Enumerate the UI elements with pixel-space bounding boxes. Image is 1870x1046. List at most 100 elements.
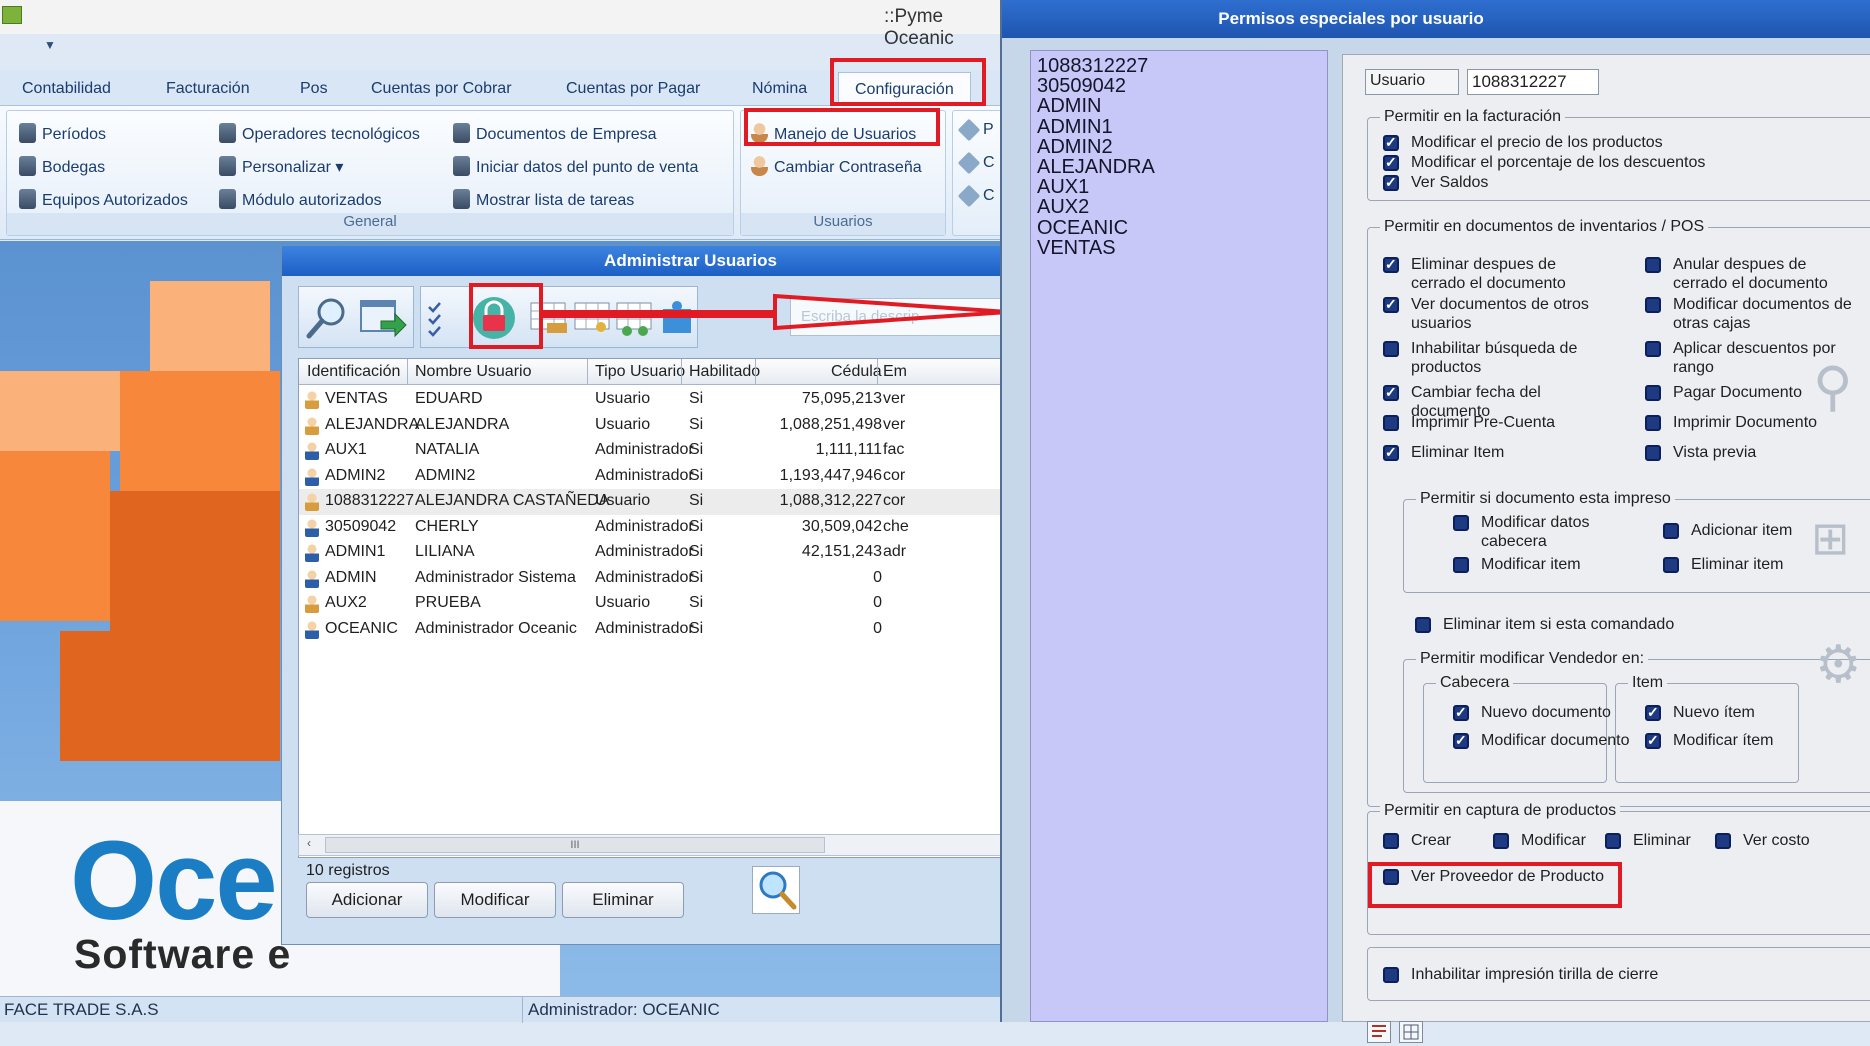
checkbox-unchecked-icon[interactable] [1453,515,1469,531]
permission-checkbox[interactable]: Modificar el precio de los productos [1383,133,1663,152]
column-header[interactable]: Identificación [307,363,400,381]
checkbox-unchecked-icon[interactable] [1645,257,1661,273]
checkbox-checked-icon[interactable] [1383,133,1399,152]
table-row[interactable]: ALEJANDRA ALEJANDRA Usuario Si 1,088,251,498… [299,413,1010,439]
permission-checkbox[interactable]: Inhabilitar impresión tirilla de cierre [1383,965,1658,984]
table-row[interactable]: OCEANIC Administrador Oceanic Administrado… [299,617,1010,643]
grid-button[interactable] [1399,1021,1423,1043]
tab-contabilidad[interactable]: Contabilidad [22,80,111,98]
permission-checkbox[interactable]: Vista previa [1645,443,1865,462]
export-icon[interactable] [359,295,407,341]
permission-checkbox[interactable]: Anular despues de cerrado el documento [1645,255,1865,293]
column-header[interactable]: Tipo Usuario [595,363,685,381]
permission-checkbox[interactable]: Ver Saldos [1383,173,1488,192]
horizontal-scrollbar[interactable]: ‹ III [298,834,1011,856]
checkbox-unchecked-icon[interactable] [1645,297,1661,313]
column-divider[interactable] [407,359,408,385]
checkbox-unchecked-icon[interactable] [1645,445,1661,461]
checkbox-checked-icon[interactable] [1383,443,1399,462]
checkbox-checked-icon[interactable] [1645,731,1661,750]
checkbox-unchecked-icon[interactable] [1663,523,1679,539]
ribbon-bodegas[interactable]: Bodegas [19,156,105,177]
permission-checkbox[interactable]: Crear [1383,831,1451,850]
ribbon-modulo-autorizados[interactable]: Módulo autorizados [219,189,382,210]
permission-checkbox[interactable]: Modificar item [1453,555,1613,574]
permission-checkbox[interactable]: Ver documentos de otros usuarios [1383,295,1603,333]
ribbon-periodos[interactable]: Períodos [19,123,106,144]
permission-checkbox[interactable]: Modificar [1493,831,1586,850]
permission-checkbox[interactable]: Nuevo documento [1453,703,1611,722]
ribbon-documentos-empresa[interactable]: Documentos de Empresa [453,123,657,144]
ribbon-personalizar[interactable]: Personalizar ▾ [219,156,343,177]
scroll-thumb[interactable]: III [325,837,825,853]
user-list[interactable]: 1088312227 30509042 ADMIN ADMIN1 ADMIN2 ALEJA… [1030,50,1328,1022]
user-list-item[interactable]: VENTAS [1037,237,1116,260]
edit-button[interactable]: Modificar [434,882,556,918]
checkbox-unchecked-icon[interactable] [1645,341,1661,357]
search-icon[interactable] [305,295,349,341]
tab-cuentas-pagar[interactable]: Cuentas por Pagar [566,80,700,98]
permission-checkbox[interactable]: Modificar documento [1453,731,1630,750]
table-row[interactable]: VENTAS EDUARD Usuario Si 75,095,213 ver [299,387,1010,413]
checkbox-checked-icon[interactable] [1453,703,1469,722]
permission-checkbox[interactable]: Imprimir Pre-Cuenta [1383,413,1603,432]
checkbox-checked-icon[interactable] [1645,703,1661,722]
ribbon-more-3[interactable]: C [957,184,995,208]
checkbox-unchecked-icon[interactable] [1415,617,1431,633]
column-header[interactable]: Cédula [831,363,882,381]
magnifier-button[interactable] [752,866,800,914]
report-button[interactable] [1367,1021,1391,1043]
column-divider[interactable] [681,359,682,385]
permission-checkbox[interactable]: Modificar ítem [1645,731,1773,750]
permission-checkbox[interactable]: Inhabilitar búsqueda de productos [1383,339,1603,377]
permission-checkbox[interactable]: Eliminar Item [1383,443,1603,462]
permission-checkbox[interactable]: Nuevo ítem [1645,703,1755,722]
checkbox-unchecked-icon[interactable] [1605,833,1621,849]
checkbox-checked-icon[interactable] [1383,173,1399,192]
checkbox-checked-icon[interactable] [1383,383,1399,402]
tab-pos[interactable]: Pos [300,80,328,98]
ribbon-cambiar-contrasena[interactable]: Cambiar Contraseña [751,156,922,177]
checkbox-unchecked-icon[interactable] [1645,415,1661,431]
checkbox-unchecked-icon[interactable] [1453,557,1469,573]
checkbox-unchecked-icon[interactable] [1383,341,1399,357]
checkbox-checked-icon[interactable] [1383,153,1399,172]
permission-checkbox[interactable]: Modificar datos cabecera [1453,513,1593,551]
column-header[interactable]: Habilitado [689,363,760,381]
checkbox-checked-icon[interactable] [1383,255,1399,274]
column-header[interactable]: Nombre Usuario [415,363,531,381]
table-row[interactable]: AUX1 NATALIA Administrador Si 1,111,111 fac [299,438,1010,464]
checkbox-unchecked-icon[interactable] [1383,967,1399,983]
ribbon-more-1[interactable]: P [957,118,994,142]
checkbox-unchecked-icon[interactable] [1493,833,1509,849]
ribbon-operadores[interactable]: Operadores tecnológicos [219,123,420,144]
table-row[interactable]: 1088312227 ALEJANDRA CASTAÑEDA Usuario Si 1,… [299,489,1010,515]
checkbox-unchecked-icon[interactable] [1645,385,1661,401]
tab-facturacion[interactable]: Facturación [166,80,250,98]
ribbon-iniciar-datos[interactable]: Iniciar datos del punto de venta [453,156,698,177]
ribbon-more-2[interactable]: C [957,151,995,175]
checkbox-checked-icon[interactable] [1383,295,1399,314]
checkbox-unchecked-icon[interactable] [1663,557,1679,573]
checkbox-unchecked-icon[interactable] [1383,415,1399,431]
column-header[interactable]: Em [883,363,907,381]
checkbox-unchecked-icon[interactable] [1383,833,1399,849]
table-row[interactable]: ADMIN Administrador Sistema Administrador S… [299,566,1010,592]
tab-nomina[interactable]: Nómina [752,80,807,98]
permission-checkbox[interactable]: Modificar el porcentaje de los descuento… [1383,153,1705,172]
ribbon-lista-tareas[interactable]: Mostrar lista de tareas [453,189,634,210]
column-divider[interactable] [755,359,756,385]
permission-checkbox[interactable]: Eliminar item si esta comandado [1415,615,1674,634]
scroll-left-icon[interactable]: ‹ [307,836,311,850]
column-divider[interactable] [587,359,588,385]
permission-checkbox[interactable]: Modificar documentos de otras cajas [1645,295,1865,333]
ribbon-equipos[interactable]: Equipos Autorizados [19,189,188,210]
table-row[interactable]: AUX2 PRUEBA Usuario Si 0 [299,591,1010,617]
usuario-field[interactable]: 1088312227 [1467,69,1599,95]
checkbox-checked-icon[interactable] [1453,731,1469,750]
permission-checkbox[interactable]: Eliminar [1605,831,1691,850]
permission-checkbox[interactable]: Eliminar despues de cerrado el documento [1383,255,1603,293]
table-row[interactable]: ADMIN1 LILIANA Administrador Si 42,151,243 ad… [299,540,1010,566]
permission-checkbox[interactable]: Eliminar item [1663,555,1823,574]
delete-button[interactable]: Eliminar [562,882,684,918]
